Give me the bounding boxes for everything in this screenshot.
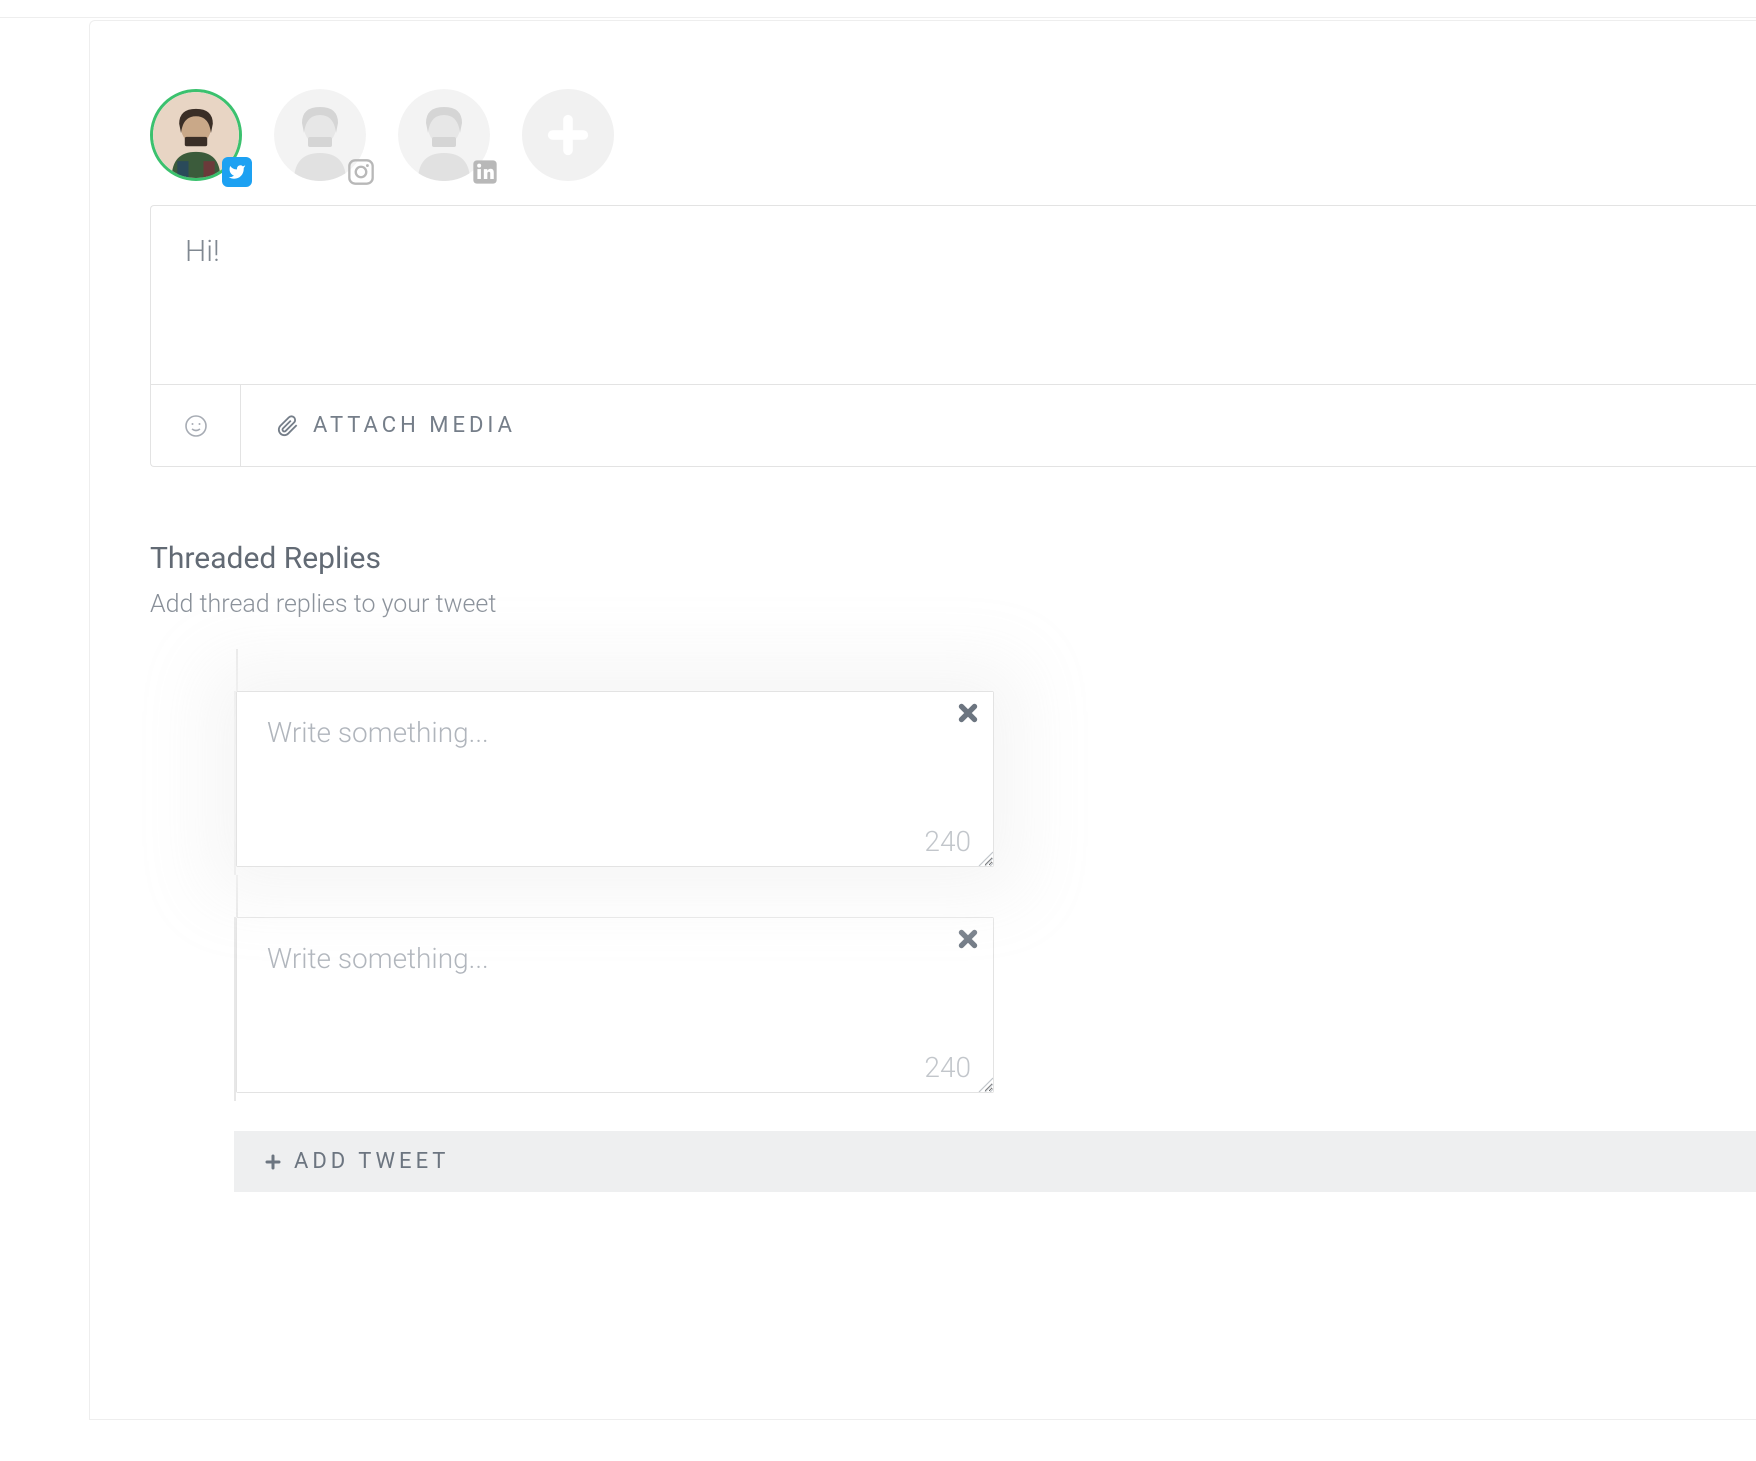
thread-connector (236, 649, 1756, 691)
threaded-replies-subtitle: Add thread replies to your tweet (150, 590, 1756, 619)
account-selector-row (150, 89, 1756, 181)
remove-reply-button[interactable] (955, 926, 981, 956)
reply-textarea[interactable] (237, 918, 993, 1092)
compose-box: ATTACH MEDIA (150, 205, 1756, 467)
reply-box: 240 (236, 917, 994, 1093)
add-account-button[interactable] (522, 89, 614, 181)
thread-reply-item: 240 (234, 691, 1756, 875)
compose-toolbar: ATTACH MEDIA (151, 384, 1756, 466)
attach-media-button[interactable]: ATTACH MEDIA (241, 413, 516, 438)
thread-connector (236, 875, 1756, 917)
reply-textarea[interactable] (237, 692, 993, 866)
emoji-button[interactable] (151, 385, 241, 466)
composer-card: ATTACH MEDIA Threaded Replies Add thread… (89, 20, 1756, 1420)
threaded-replies-title: Threaded Replies (150, 541, 1756, 576)
twitter-badge (222, 157, 252, 187)
reply-box: 240 (236, 691, 994, 867)
linkedin-badge (470, 157, 500, 187)
account-twitter[interactable] (150, 89, 242, 181)
compose-textarea[interactable] (151, 206, 1756, 380)
close-icon (955, 700, 981, 726)
account-instagram[interactable] (274, 89, 366, 181)
account-linkedin[interactable] (398, 89, 490, 181)
plus-icon (545, 112, 591, 158)
add-tweet-label: ADD TWEET (294, 1149, 449, 1174)
twitter-icon (228, 163, 246, 181)
linkedin-icon (471, 158, 499, 186)
top-divider (0, 0, 1756, 18)
add-tweet-button[interactable]: ADD TWEET (234, 1131, 1756, 1192)
thread-replies-container: 240 240 (186, 649, 1756, 1192)
instagram-badge (346, 157, 376, 187)
smiley-icon (184, 414, 208, 438)
instagram-icon (347, 158, 375, 186)
threaded-replies-section: Threaded Replies Add thread replies to y… (150, 541, 1756, 1192)
attach-media-label: ATTACH MEDIA (313, 413, 516, 438)
remove-reply-button[interactable] (955, 700, 981, 730)
paperclip-icon (277, 415, 299, 437)
close-icon (955, 926, 981, 952)
plus-icon (264, 1153, 282, 1171)
thread-reply-item: 240 (234, 917, 1756, 1101)
